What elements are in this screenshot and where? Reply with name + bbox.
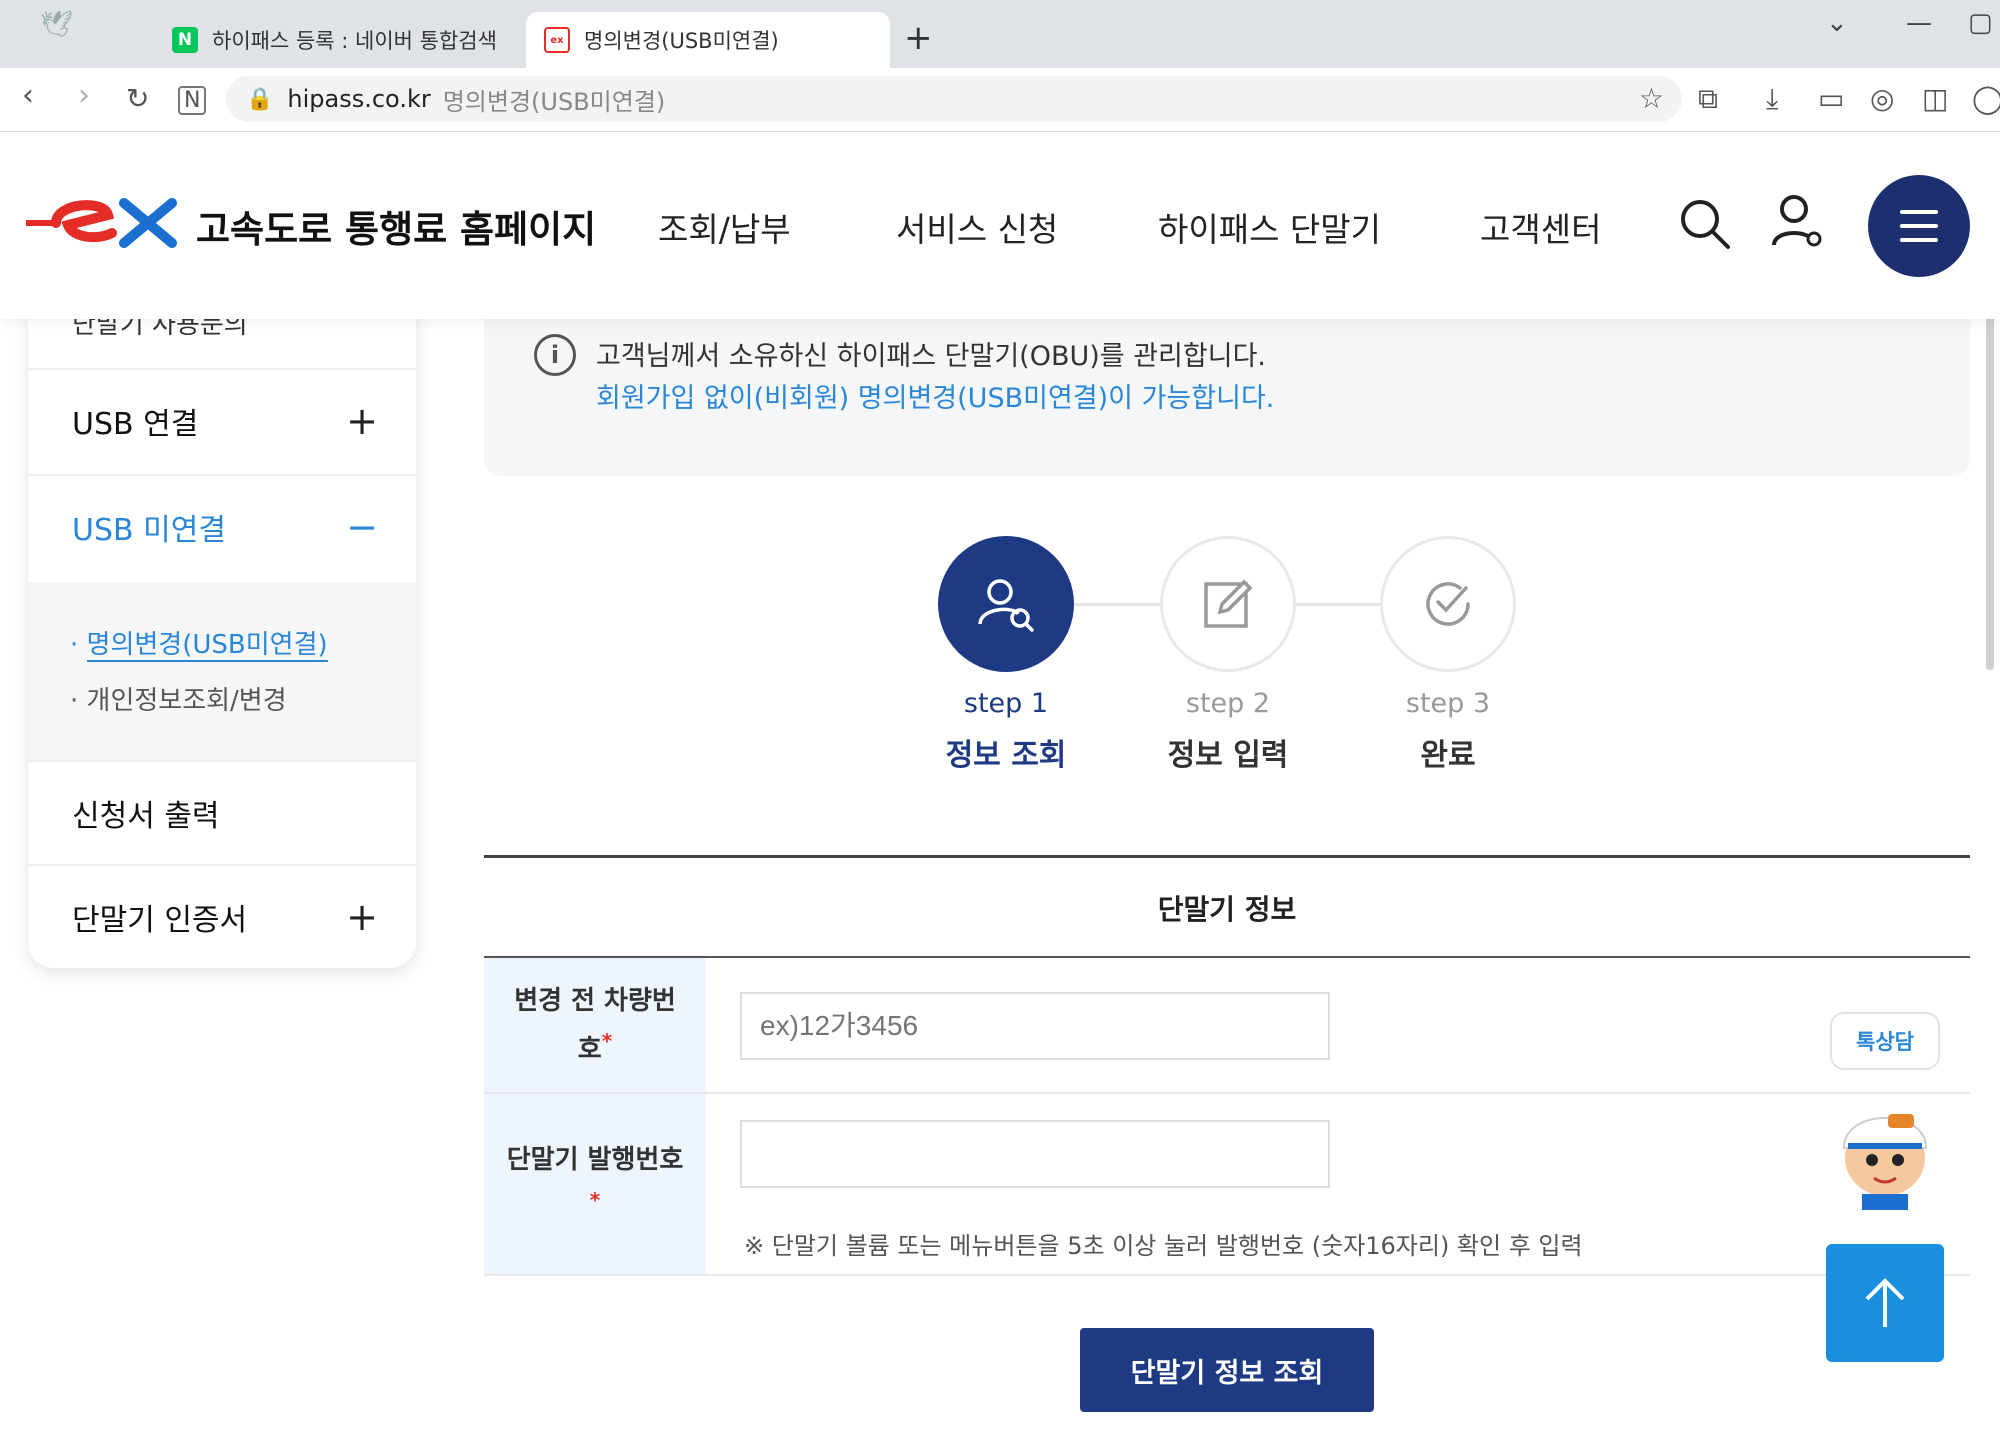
bird-icon: 🕊 [40,10,74,40]
notice-line-1: 고객님께서 소유하신 하이패스 단말기(OBU)를 관리합니다. [596,341,1266,372]
device-serial-help: ※ 단말기 볼륨 또는 메뉴버튼을 5초 이상 눌러 발행번호 (숫자16자리)… [744,1232,1583,1260]
table-row: 단말기 발행번호* ※ 단말기 볼륨 또는 메뉴버튼을 5초 이상 눌러 발행번… [484,1094,1970,1276]
tab-label: 명의변경(USB미연결) [584,29,779,53]
address-bar[interactable]: 🔒 hipass.co.kr 명의변경(USB미연결) ☆ [226,76,1682,122]
url-path: 명의변경(USB미연결) [442,87,666,116]
ex-icon: ex [544,27,570,53]
plus-icon[interactable]: + [346,895,378,939]
capture-icon[interactable]: ◎ [1870,82,1894,115]
cast-icon[interactable]: ▭ [1818,82,1844,115]
step-3-name: 완료 [1420,738,1476,773]
nav-inquiry-payment[interactable]: 조회/납부 [658,203,791,251]
tab-naver-search[interactable]: N 하이패스 등록 : 네이버 통합검색 [172,12,522,68]
sidebar-submenu: · 명의변경(USB미연결) · 개인정보조회/변경 [28,582,416,760]
hamburger-menu-button[interactable] [1868,175,1970,277]
plus-icon[interactable]: + [346,399,378,443]
sidebar-item-usb-connected[interactable]: USB 연결 + [28,368,416,472]
step-connector [1074,603,1164,606]
back-icon[interactable]: ‹ [22,78,34,113]
download-icon[interactable]: ⤓ [1766,82,1778,116]
sidebar-item-label: USB 미연결 [72,513,226,548]
tab-list-chevron-icon[interactable]: ⌄ [1826,8,1848,38]
search-icon[interactable] [1678,197,1732,255]
split-view-icon[interactable]: ◫ [1922,82,1948,115]
nav-service-apply[interactable]: 서비스 신청 [896,203,1058,251]
info-icon: i [534,334,576,376]
field-label-prev-plate: 변경 전 차량번호* [484,958,706,1092]
reader-n-icon[interactable]: N [178,86,207,115]
step-2-number: step 2 [1185,688,1271,719]
talk-consult-button[interactable]: 톡상담 [1830,1012,1940,1070]
lock-icon: 🔒 [246,86,274,112]
sidebar-item-label: 신청서 출력 [72,799,220,834]
site-title[interactable]: 고속도로 통행료 홈페이지 [196,199,596,253]
page-scrollbar[interactable] [1986,300,1994,670]
device-serial-input[interactable] [740,1120,1330,1188]
tab-active-hipass[interactable]: ex 명의변경(USB미연결) [526,12,890,68]
minus-icon[interactable]: − [346,505,378,549]
step-2-circle [1160,536,1296,672]
step-1-circle [938,536,1074,672]
naver-icon: N [172,27,198,53]
browser-tabbar: 🕊 N 하이패스 등록 : 네이버 통합검색 ex 명의변경(USB미연결) +… [0,0,2000,68]
browser-toolbar: ‹ › ↻ N 🔒 hipass.co.kr 명의변경(USB미연결) ☆ ⧉ … [0,68,2000,132]
sidebar-item-usb-disconnected[interactable]: USB 미연결 − [28,474,416,578]
step-3-circle [1380,536,1516,672]
section-title: 단말기 정보 [1157,893,1297,926]
ex-logo[interactable] [26,193,182,257]
notice-line-2: 회원가입 없이(비회원) 명의변경(USB미연결)이 가능합니다. [596,383,1275,414]
arrow-up-icon [1865,1278,1905,1327]
tab-label: 하이패스 등록 : 네이버 통합검색 [212,29,497,53]
scroll-to-top-button[interactable] [1826,1244,1944,1362]
submenu-personal-info[interactable]: · 개인정보조회/변경 [70,680,287,717]
step-1-name: 정보 조회 [945,738,1067,773]
extensions-icon[interactable]: ⧉ [1698,82,1718,116]
url-host: hipass.co.kr [287,85,431,113]
table-row: 변경 전 차량번호* [484,958,1970,1094]
sidebar: 단말기 사용문의 USB 연결 + USB 미연결 − · 명의변경(USB미연… [28,300,416,968]
submenu-name-change[interactable]: · 명의변경(USB미연결) [70,624,328,662]
nav-customer-center[interactable]: 고객센터 [1480,203,1601,251]
check-circle-icon [1426,582,1470,626]
forward-icon[interactable]: › [78,78,90,113]
required-mark: * [601,1028,613,1053]
notice-box: i 고객님께서 소유하신 하이패스 단말기(OBU)를 관리합니다. 회원가입 … [484,300,1970,476]
bookmark-star-icon[interactable]: ☆ [1639,82,1664,115]
nav-hipass-device[interactable]: 하이패스 단말기 [1158,203,1381,251]
edit-icon [1204,579,1253,628]
step-3-number: step 3 [1405,688,1491,719]
profile-icon[interactable]: ◯ [1972,82,2000,115]
new-tab-button[interactable]: + [904,18,933,58]
device-info-inquiry-button[interactable]: 단말기 정보 조회 [1080,1328,1374,1412]
mascot-icon[interactable] [1826,1098,1944,1214]
minimize-button[interactable]: — [1906,8,1932,38]
sidebar-item-device-certificate[interactable]: 단말기 인증서 + [28,864,416,968]
sidebar-item-label: USB 연결 [72,407,199,442]
step-2-name: 정보 입력 [1167,738,1289,773]
prev-plate-input[interactable] [740,992,1330,1060]
maximize-button[interactable]: ▢ [1968,8,1993,38]
field-label-device-serial: 단말기 발행번호* [484,1094,706,1274]
required-mark: * [589,1187,601,1212]
site-header: 고속도로 통행료 홈페이지 조회/납부 서비스 신청 하이패스 단말기 고객센터 [0,133,2000,319]
sidebar-item-label: 단말기 인증서 [72,903,248,938]
user-search-icon [978,579,1034,632]
table-top-border [484,855,1970,858]
reload-icon[interactable]: ↻ [126,82,149,115]
user-login-icon[interactable] [1770,193,1824,255]
step-1-number: step 1 [963,688,1049,719]
step-connector [1294,603,1384,606]
sidebar-item-print-form[interactable]: 신청서 출력 [28,760,416,864]
